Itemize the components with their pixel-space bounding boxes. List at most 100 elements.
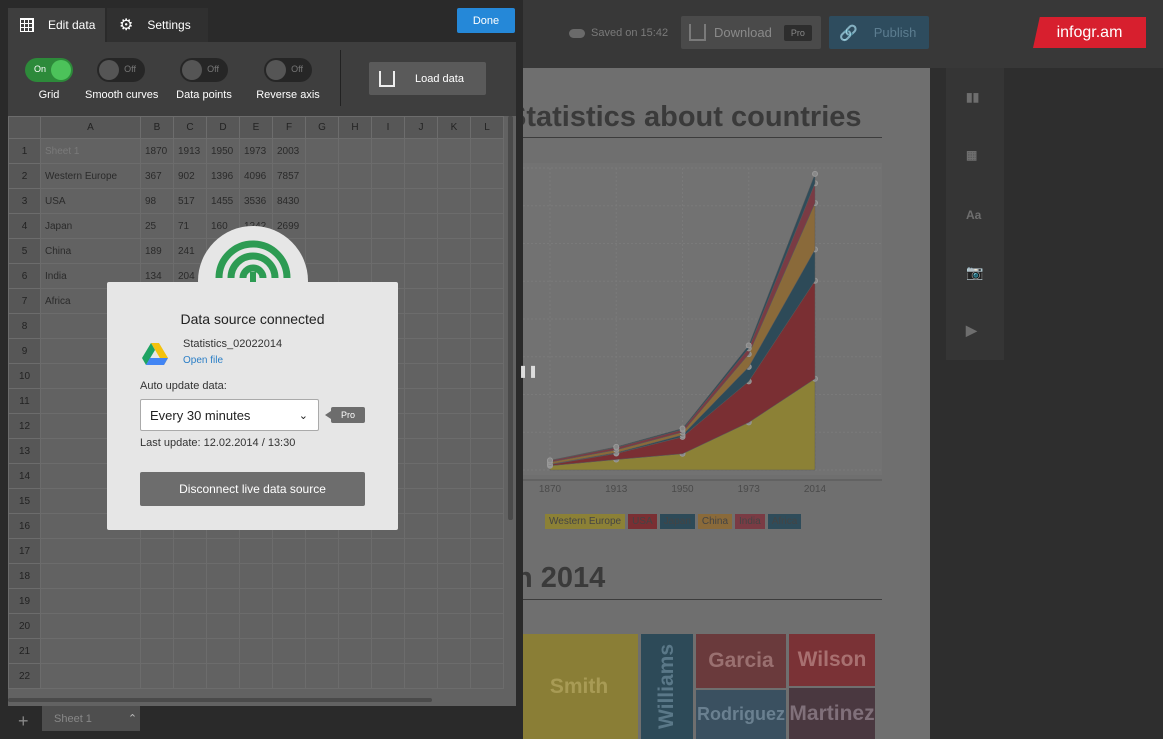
horizontal-scrollbar[interactable] [8, 698, 432, 702]
table-cell[interactable] [470, 288, 504, 314]
column-header[interactable]: D [206, 116, 240, 139]
table-cell[interactable] [371, 538, 405, 564]
row-number[interactable]: 21 [8, 638, 41, 664]
table-cell[interactable] [40, 663, 141, 689]
smooth-curves-toggle[interactable]: Off [97, 58, 145, 82]
table-cell[interactable] [404, 413, 438, 439]
table-cell[interactable] [140, 538, 174, 564]
legend-item[interactable]: Western Europe [545, 514, 626, 529]
table-cell[interactable] [470, 538, 504, 564]
table-cell[interactable] [371, 638, 405, 664]
table-cell[interactable] [206, 638, 240, 664]
table-cell[interactable] [305, 588, 339, 614]
table-cell[interactable] [371, 213, 405, 239]
table-cell[interactable] [305, 638, 339, 664]
row-number[interactable]: 10 [8, 363, 41, 389]
row-number[interactable]: 4 [8, 213, 41, 239]
table-cell[interactable] [404, 138, 438, 164]
table-cell[interactable] [305, 613, 339, 639]
video-tool-icon[interactable]: ▶ [966, 322, 984, 340]
table-cell[interactable] [206, 538, 240, 564]
table-cell[interactable] [338, 238, 372, 264]
done-button[interactable]: Done [457, 8, 515, 33]
table-cell[interactable]: Western Europe [40, 163, 141, 189]
table-cell[interactable]: 517 [173, 188, 207, 214]
table-cell[interactable] [404, 463, 438, 489]
table-cell[interactable] [338, 188, 372, 214]
row-number[interactable]: 13 [8, 438, 41, 464]
publish-button[interactable]: 🔗 Publish [829, 16, 929, 49]
table-cell[interactable]: 98 [140, 188, 174, 214]
table-cell[interactable] [404, 338, 438, 364]
table-cell[interactable]: 1950 [206, 138, 240, 164]
data-points-toggle[interactable]: Off [180, 58, 228, 82]
table-cell[interactable] [305, 663, 339, 689]
table-cell[interactable] [437, 563, 471, 589]
column-header[interactable]: A [40, 116, 141, 139]
table-cell[interactable] [239, 538, 273, 564]
table-cell[interactable] [437, 263, 471, 289]
table-cell[interactable] [404, 388, 438, 414]
table-cell[interactable] [371, 613, 405, 639]
table-cell[interactable]: 1870 [140, 138, 174, 164]
table-cell[interactable] [338, 613, 372, 639]
table-cell[interactable]: 189 [140, 238, 174, 264]
table-cell[interactable] [404, 438, 438, 464]
table-cell[interactable] [338, 563, 372, 589]
table-cell[interactable] [305, 213, 339, 239]
table-cell[interactable] [470, 263, 504, 289]
legend-item[interactable]: Japan [659, 514, 695, 529]
table-cell[interactable] [371, 138, 405, 164]
table-cell[interactable] [470, 213, 504, 239]
table-cell[interactable] [206, 588, 240, 614]
table-cell[interactable] [40, 613, 141, 639]
table-cell[interactable] [40, 638, 141, 664]
disconnect-button[interactable]: Disconnect live data source [140, 472, 365, 506]
table-cell[interactable] [305, 163, 339, 189]
row-number[interactable]: 18 [8, 563, 41, 589]
table-cell[interactable] [404, 513, 438, 539]
table-cell[interactable]: China [40, 238, 141, 264]
column-header[interactable]: K [437, 116, 471, 139]
table-cell[interactable] [437, 413, 471, 439]
table-cell[interactable] [272, 663, 306, 689]
table-cell[interactable] [239, 663, 273, 689]
table-cell[interactable] [173, 613, 207, 639]
table-cell[interactable] [404, 238, 438, 264]
table-cell[interactable] [305, 138, 339, 164]
table-cell[interactable] [40, 563, 141, 589]
table-cell[interactable] [437, 538, 471, 564]
legend-item[interactable]: USA [628, 514, 657, 529]
row-number[interactable]: 14 [8, 463, 41, 489]
row-number[interactable]: 16 [8, 513, 41, 539]
table-cell[interactable]: 2003 [272, 138, 306, 164]
table-cell[interactable]: 1973 [239, 138, 273, 164]
table-cell[interactable]: 25 [140, 213, 174, 239]
table-cell[interactable] [140, 613, 174, 639]
resize-handle-icon[interactable]: ❚❚ [518, 364, 538, 378]
table-cell[interactable]: 902 [173, 163, 207, 189]
row-number[interactable]: 3 [8, 188, 41, 214]
table-cell[interactable] [338, 638, 372, 664]
table-cell[interactable] [437, 513, 471, 539]
table-cell[interactable] [404, 488, 438, 514]
table-cell[interactable] [206, 663, 240, 689]
chart-tool-icon[interactable]: ▮▮ [966, 90, 984, 108]
table-cell[interactable] [404, 213, 438, 239]
table-cell[interactable] [404, 638, 438, 664]
table-cell[interactable] [470, 488, 504, 514]
table-cell[interactable]: 7857 [272, 163, 306, 189]
table-cell[interactable] [437, 288, 471, 314]
table-cell[interactable] [239, 613, 273, 639]
table-cell[interactable] [239, 588, 273, 614]
table-cell[interactable] [437, 388, 471, 414]
table-cell[interactable] [470, 188, 504, 214]
sheet-tab[interactable]: Sheet 1 ⌃ [42, 706, 140, 731]
table-cell[interactable] [404, 363, 438, 389]
table-cell[interactable] [437, 138, 471, 164]
table-cell[interactable] [338, 213, 372, 239]
column-header[interactable]: L [470, 116, 504, 139]
column-header[interactable]: C [173, 116, 207, 139]
table-cell[interactable] [470, 163, 504, 189]
table-cell[interactable] [470, 413, 504, 439]
